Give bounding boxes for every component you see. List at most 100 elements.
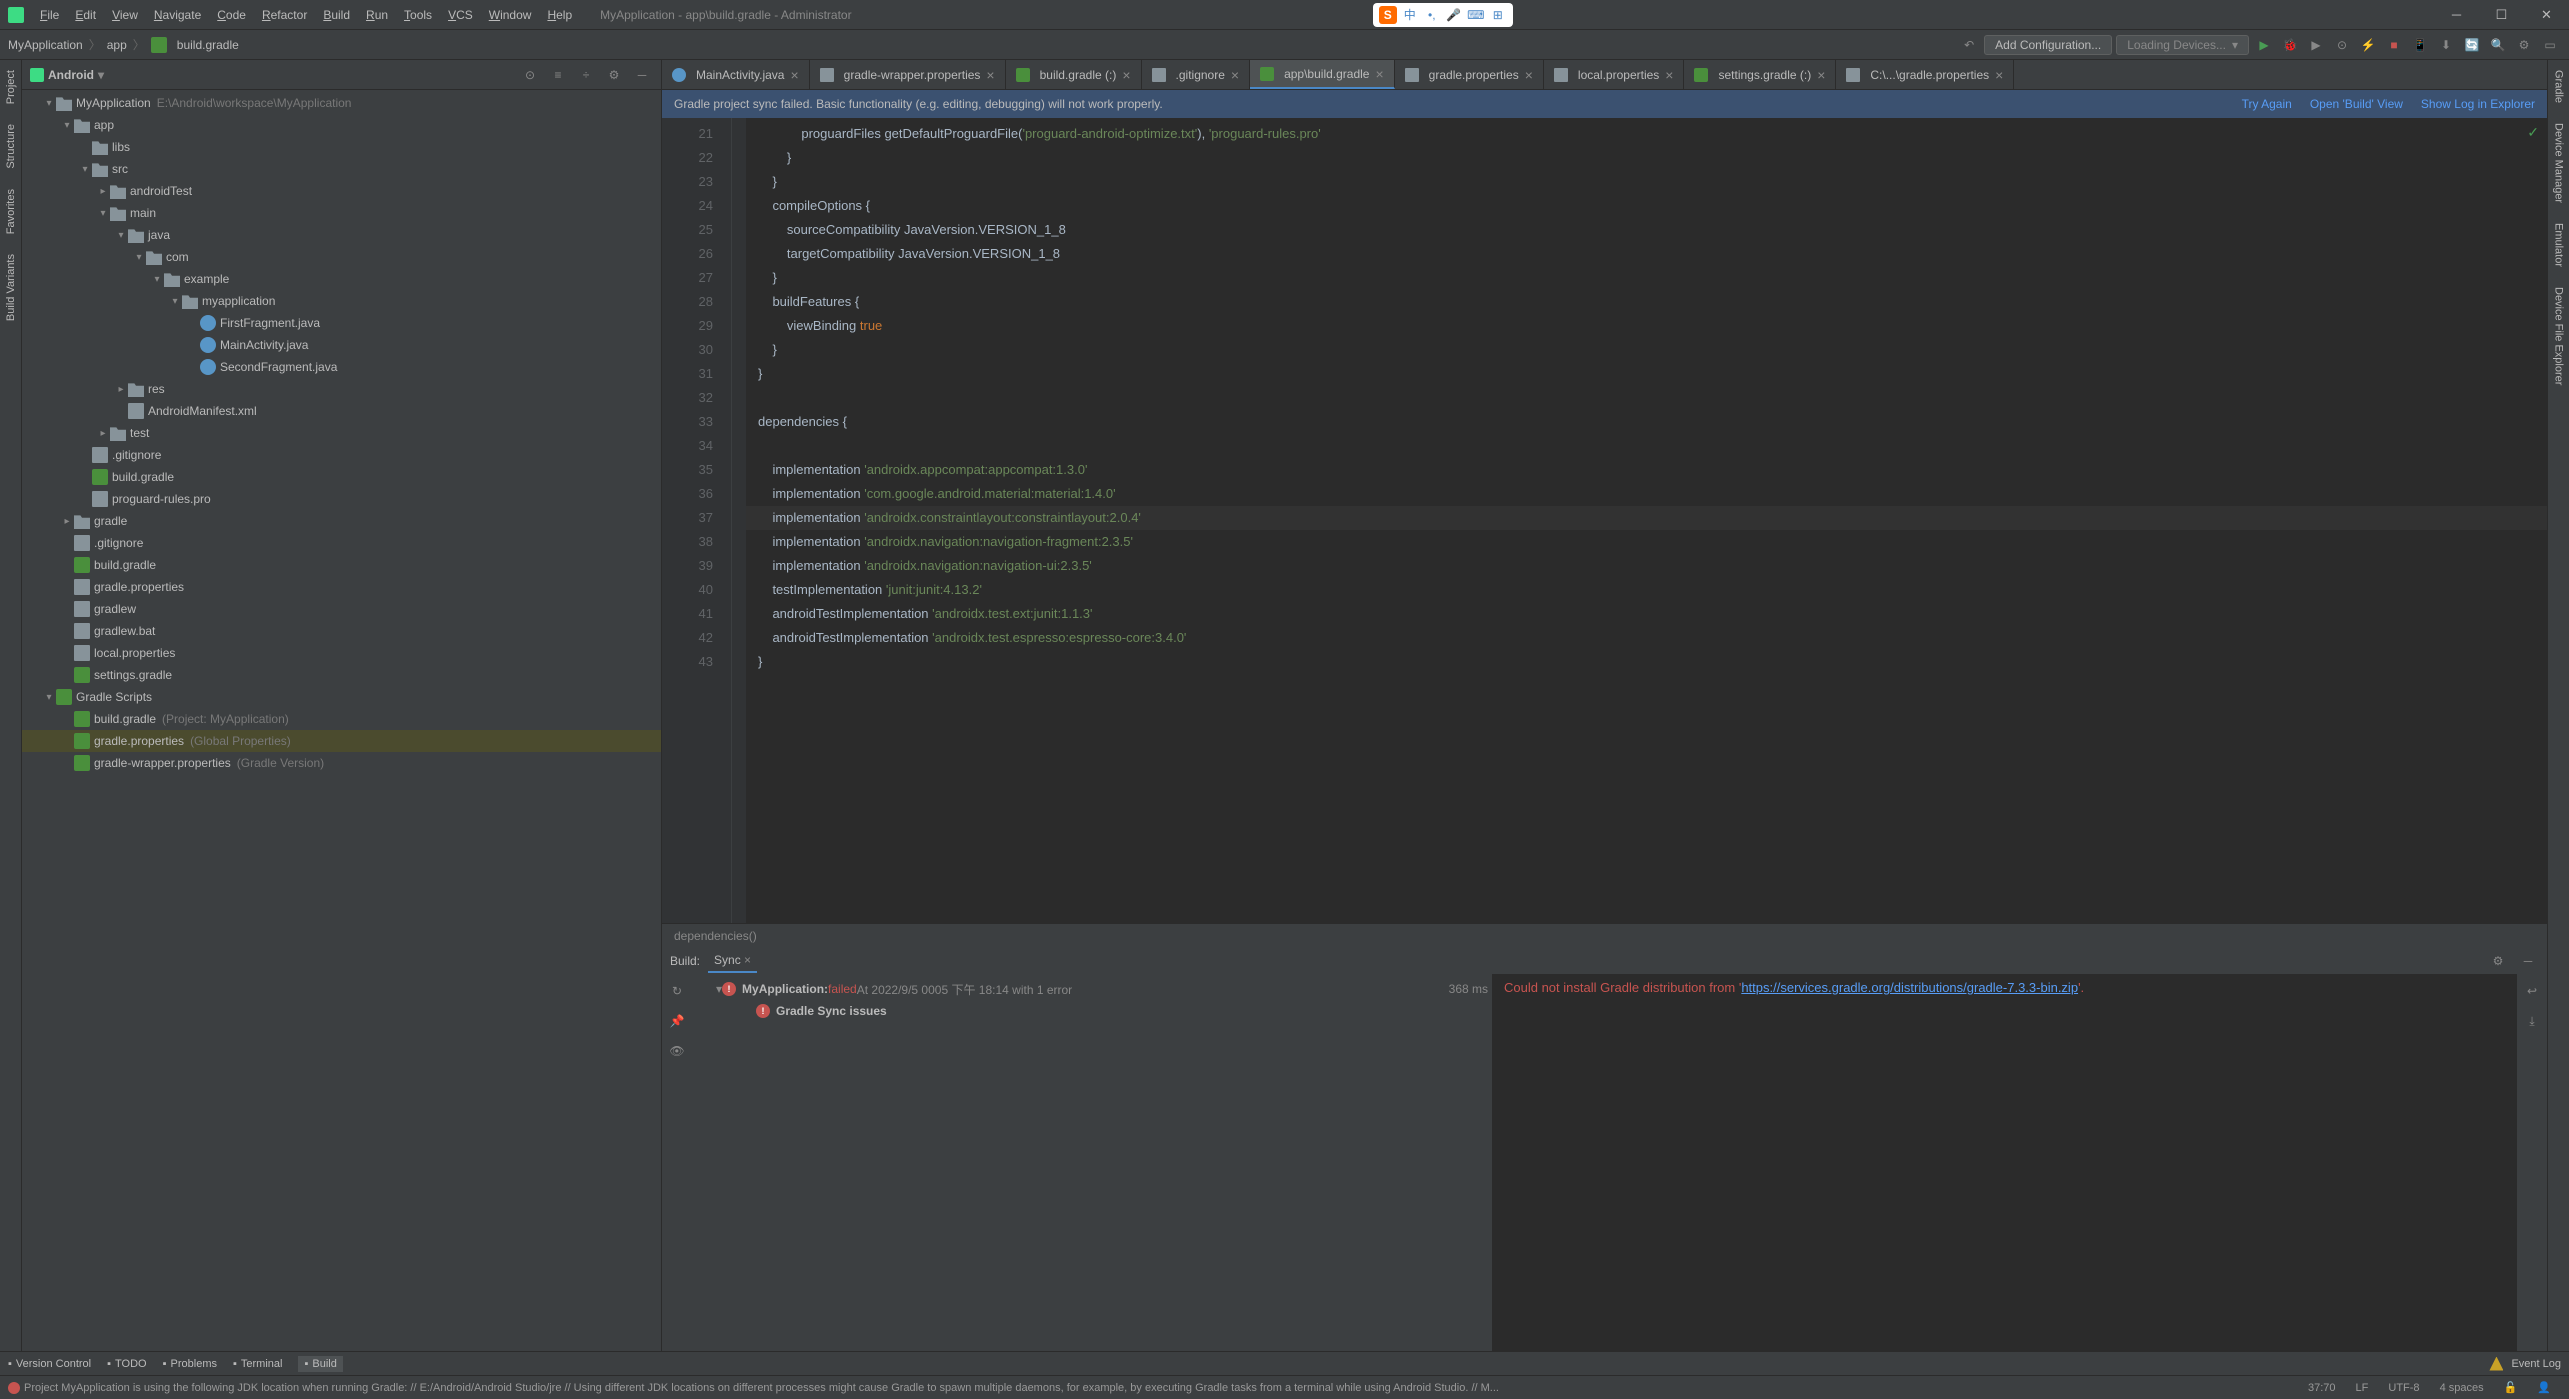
editor-tab[interactable]: MainActivity.java× bbox=[662, 60, 810, 89]
event-log-button[interactable]: Event Log bbox=[2489, 1357, 2561, 1371]
tree-node[interactable]: ▾com bbox=[22, 246, 661, 268]
close-tab-icon[interactable]: × bbox=[1525, 67, 1533, 83]
breadcrumb-item[interactable]: app bbox=[107, 38, 127, 52]
close-tab-icon[interactable]: × bbox=[1231, 67, 1239, 83]
tool-window-todo[interactable]: ▪ TODO bbox=[107, 1358, 146, 1370]
tree-node[interactable]: gradle.properties(Global Properties) bbox=[22, 730, 661, 752]
tree-node[interactable]: .gitignore bbox=[22, 532, 661, 554]
profile-icon[interactable]: ⊙ bbox=[2331, 34, 2353, 56]
avd-icon[interactable]: 📱 bbox=[2409, 34, 2431, 56]
ime-mic-icon[interactable]: 🎤 bbox=[1445, 6, 1463, 24]
expand-icon[interactable]: ≡ bbox=[547, 64, 569, 86]
menu-edit[interactable]: Edit bbox=[67, 4, 104, 26]
scroll-end-icon[interactable]: ⤓ bbox=[2521, 1010, 2543, 1032]
tree-node[interactable]: MainActivity.java bbox=[22, 334, 661, 356]
code-breadcrumb[interactable]: dependencies() bbox=[662, 923, 2547, 947]
close-tab-icon[interactable]: × bbox=[1665, 67, 1673, 83]
tree-node[interactable]: gradlew.bat bbox=[22, 620, 661, 642]
tree-node[interactable]: proguard-rules.pro bbox=[22, 488, 661, 510]
editor-tab[interactable]: gradle-wrapper.properties× bbox=[810, 60, 1006, 89]
caret-position[interactable]: 37:70 bbox=[2298, 1382, 2346, 1394]
project-panel-title[interactable]: Android ▾ bbox=[30, 68, 104, 82]
encoding[interactable]: UTF-8 bbox=[2378, 1382, 2429, 1394]
editor-tab[interactable]: .gitignore× bbox=[1142, 60, 1251, 89]
banner-action[interactable]: Show Log in Explorer bbox=[2421, 97, 2535, 111]
coverage-icon[interactable]: ▶ bbox=[2305, 34, 2327, 56]
close-tab-icon[interactable]: × bbox=[1122, 67, 1130, 83]
menu-build[interactable]: Build bbox=[315, 4, 358, 26]
tool-window-build[interactable]: ▪ Build bbox=[298, 1356, 342, 1372]
tree-node[interactable]: build.gradle bbox=[22, 554, 661, 576]
menu-vcs[interactable]: VCS bbox=[440, 4, 481, 26]
right-tool-emulator[interactable]: Emulator bbox=[2551, 213, 2567, 277]
ime-menu-icon[interactable]: ⊞ bbox=[1489, 6, 1507, 24]
menu-run[interactable]: Run bbox=[358, 4, 396, 26]
tree-node[interactable]: gradle-wrapper.properties(Gradle Version… bbox=[22, 752, 661, 774]
build-tree-row[interactable]: ▾ !MyApplication: failed At 2022/9/5 000… bbox=[696, 978, 1488, 1000]
settings-icon[interactable]: ⚙ bbox=[2513, 34, 2535, 56]
ime-punct-icon[interactable]: •, bbox=[1423, 6, 1441, 24]
notifications-icon[interactable]: ▭ bbox=[2539, 34, 2561, 56]
indent[interactable]: 4 spaces bbox=[2430, 1382, 2494, 1394]
menu-view[interactable]: View bbox=[104, 4, 146, 26]
editor-tab[interactable]: build.gradle (:)× bbox=[1006, 60, 1142, 89]
tree-node[interactable]: ▾java bbox=[22, 224, 661, 246]
build-output[interactable]: Could not install Gradle distribution fr… bbox=[1492, 974, 2517, 1351]
ime-keyboard-icon[interactable]: ⌨ bbox=[1467, 6, 1485, 24]
project-tree[interactable]: ▾MyApplicationE:\Android\workspace\MyApp… bbox=[22, 90, 661, 1351]
right-tool-gradle[interactable]: Gradle bbox=[2551, 60, 2567, 113]
editor-tab[interactable]: app\build.gradle× bbox=[1250, 60, 1395, 89]
build-tree-row[interactable]: !Gradle Sync issues bbox=[696, 1000, 1488, 1022]
tree-node[interactable]: gradle.properties bbox=[22, 576, 661, 598]
menu-refactor[interactable]: Refactor bbox=[254, 4, 315, 26]
tree-node[interactable]: ▾Gradle Scripts bbox=[22, 686, 661, 708]
build-settings-icon[interactable]: ⚙ bbox=[2487, 950, 2509, 972]
gradle-distribution-link[interactable]: https://services.gradle.org/distribution… bbox=[1741, 980, 2078, 995]
tree-node[interactable]: libs bbox=[22, 136, 661, 158]
restart-icon[interactable]: ↻ bbox=[666, 980, 688, 1002]
debug-icon[interactable]: 🐞 bbox=[2279, 34, 2301, 56]
tree-node[interactable]: ▾src bbox=[22, 158, 661, 180]
code-content[interactable]: proguardFiles getDefaultProguardFile('pr… bbox=[746, 118, 2547, 923]
left-tool-project[interactable]: Project bbox=[3, 60, 19, 114]
inspection-ok-icon[interactable]: ✓ bbox=[2527, 124, 2539, 141]
close-tab-icon[interactable]: × bbox=[1375, 66, 1383, 82]
back-icon[interactable]: ↶ bbox=[1958, 34, 1980, 56]
hide-panel-icon[interactable]: ─ bbox=[631, 64, 653, 86]
close-tab-icon[interactable]: × bbox=[790, 67, 798, 83]
search-icon[interactable]: 🔍 bbox=[2487, 34, 2509, 56]
tool-window-problems[interactable]: ▪ Problems bbox=[163, 1358, 217, 1370]
tree-node[interactable]: ▸res bbox=[22, 378, 661, 400]
ime-toolbar[interactable]: S 中 •, 🎤 ⌨ ⊞ bbox=[1373, 3, 1513, 27]
build-tree[interactable]: ▾ !MyApplication: failed At 2022/9/5 000… bbox=[692, 974, 1492, 1351]
tree-node[interactable]: ▾myapplication bbox=[22, 290, 661, 312]
build-tab[interactable]: Sync × bbox=[708, 949, 757, 973]
tree-node[interactable]: build.gradle(Project: MyApplication) bbox=[22, 708, 661, 730]
code-editor[interactable]: 2122232425262728293031323334353637383940… bbox=[662, 118, 2547, 923]
tree-node[interactable]: settings.gradle bbox=[22, 664, 661, 686]
tree-node[interactable]: ▾app bbox=[22, 114, 661, 136]
tree-node[interactable]: ▾MyApplicationE:\Android\workspace\MyApp… bbox=[22, 92, 661, 114]
stop-icon[interactable]: ■ bbox=[2383, 34, 2405, 56]
tree-node[interactable]: gradlew bbox=[22, 598, 661, 620]
editor-tab[interactable]: gradle.properties× bbox=[1395, 60, 1544, 89]
menu-code[interactable]: Code bbox=[209, 4, 254, 26]
left-tool-favorites[interactable]: Favorites bbox=[3, 179, 19, 244]
menu-help[interactable]: Help bbox=[539, 4, 580, 26]
right-tool-device-file-explorer[interactable]: Device File Explorer bbox=[2551, 277, 2567, 395]
maximize-button[interactable]: ☐ bbox=[2479, 0, 2524, 30]
run-icon[interactable]: ▶ bbox=[2253, 34, 2275, 56]
panel-settings-icon[interactable]: ⚙ bbox=[603, 64, 625, 86]
collapse-icon[interactable]: ÷ bbox=[575, 64, 597, 86]
read-only-icon[interactable]: 🔓 bbox=[2494, 1381, 2528, 1394]
select-opened-icon[interactable]: ⊙ bbox=[519, 64, 541, 86]
close-tab-icon[interactable]: × bbox=[986, 67, 994, 83]
tree-node[interactable]: local.properties bbox=[22, 642, 661, 664]
line-ending[interactable]: LF bbox=[2346, 1382, 2379, 1394]
breadcrumb-item[interactable]: MyApplication bbox=[8, 38, 83, 52]
eye-icon[interactable]: 👁 bbox=[666, 1040, 688, 1062]
right-tool-device-manager[interactable]: Device Manager bbox=[2551, 113, 2567, 213]
editor-tab[interactable]: settings.gradle (:)× bbox=[1684, 60, 1836, 89]
breadcrumb-item[interactable]: build.gradle bbox=[177, 38, 239, 52]
tree-node[interactable]: SecondFragment.java bbox=[22, 356, 661, 378]
